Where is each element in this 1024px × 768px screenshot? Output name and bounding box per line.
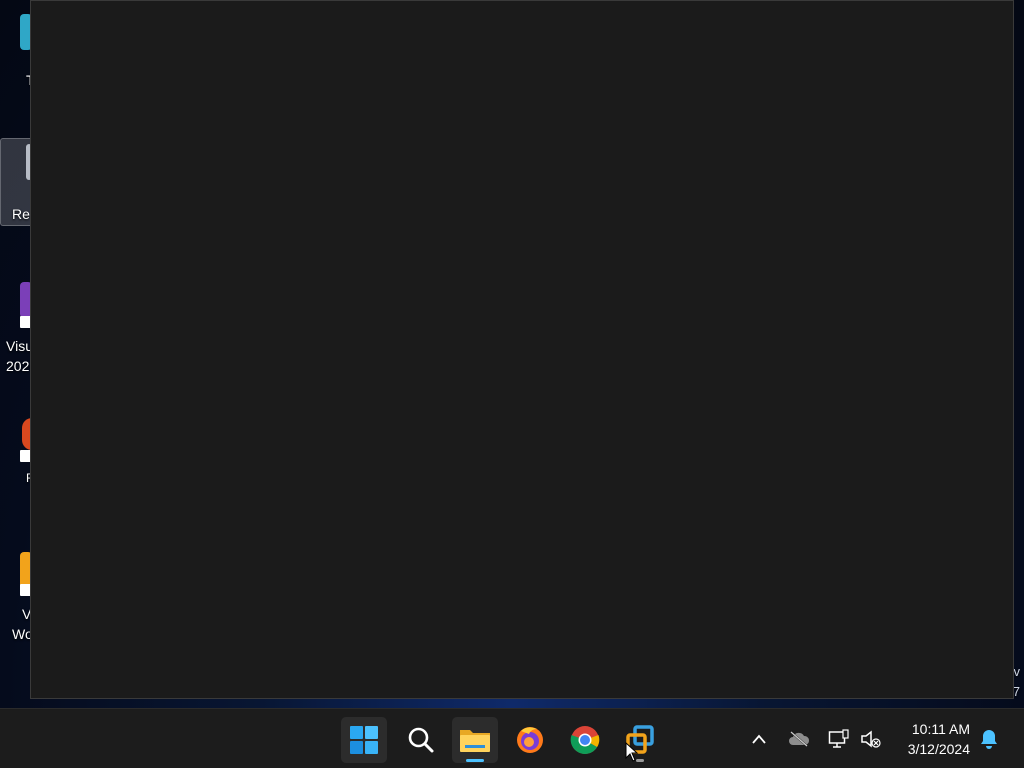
search-button[interactable] (398, 717, 444, 763)
volume-button[interactable] (854, 717, 888, 761)
network-button[interactable] (822, 717, 856, 761)
firefox-icon (517, 727, 543, 753)
onedrive-button[interactable] (782, 717, 816, 761)
network-icon (828, 729, 849, 748)
file-explorer-button[interactable] (452, 717, 498, 763)
windows-logo-icon (350, 726, 378, 754)
clock-time: 10:11 AM (911, 721, 970, 737)
show-hidden-icons-button[interactable] (742, 717, 776, 761)
chevron-up-icon (752, 734, 766, 744)
system-clock[interactable]: 10:11 AM 3/12/2024 (908, 719, 970, 759)
volume-muted-icon (861, 730, 881, 748)
notification-bell-icon (981, 730, 997, 749)
onedrive-offline-icon (789, 731, 810, 747)
mouse-pointer-icon (625, 742, 639, 762)
desktop-peek-text: v (1013, 664, 1021, 679)
search-icon (408, 727, 434, 753)
clock-date: 3/12/2024 (907, 741, 970, 757)
notification-center-button[interactable] (972, 717, 1006, 761)
firefox-button[interactable] (507, 717, 553, 763)
taskbar: 10:11 AM 3/12/2024 (0, 708, 1024, 768)
folder-icon (460, 730, 490, 752)
vmware-button[interactable] (617, 717, 663, 763)
blank-app-window[interactable] (30, 0, 1014, 699)
chrome-button[interactable] (562, 717, 608, 763)
start-button[interactable] (341, 717, 387, 763)
chrome-icon (570, 726, 600, 754)
running-indicator (466, 759, 484, 762)
